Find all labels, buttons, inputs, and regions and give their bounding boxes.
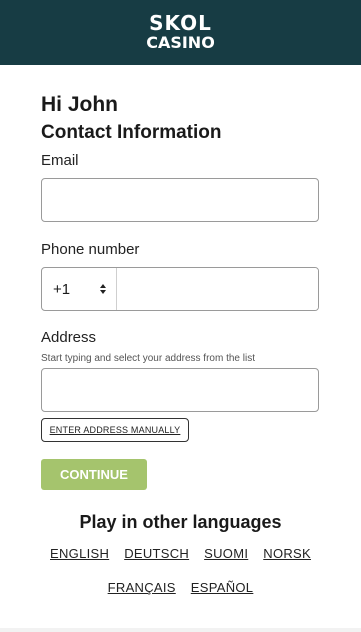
language-link-english[interactable]: ENGLISH [50,546,109,561]
logo-line2: CASINO [146,32,215,52]
site-header: SKOL CASINO [0,0,361,65]
language-links-row2: FRANÇAIS ESPAÑOL [0,580,361,595]
address-label: Address [41,329,97,346]
continue-button[interactable]: CONTINUE [41,459,147,490]
email-field[interactable] [41,178,319,222]
logo-line1: SKOL [149,10,212,35]
language-link-espanol[interactable]: ESPAÑOL [191,580,254,595]
language-link-norsk[interactable]: NORSK [263,546,311,561]
language-link-suomi[interactable]: SUOMI [204,546,248,561]
email-label: Email [41,152,79,169]
phone-field[interactable] [117,268,318,310]
language-link-francais[interactable]: FRANÇAIS [108,580,176,595]
languages-title: Play in other languages [79,512,282,532]
address-hint: Start typing and select your address fro… [41,353,255,364]
language-links-row1: ENGLISH DEUTSCH SUOMI NORSK [0,546,361,561]
greeting: Hi John [41,93,118,116]
phone-field-group: +1 [41,267,319,311]
phone-label: Phone number [41,241,140,258]
section-title: Contact Information [41,122,222,143]
bottom-divider [0,628,361,632]
language-link-deutsch[interactable]: DEUTSCH [124,546,189,561]
address-field[interactable] [41,368,319,412]
country-code-select[interactable]: +1 [42,268,117,310]
enter-address-manually-button[interactable]: ENTER ADDRESS MANUALLY [41,418,189,442]
select-arrows-icon [100,284,106,294]
country-code-value: +1 [53,280,71,298]
skol-casino-logo[interactable]: SKOL CASINO [146,10,215,52]
